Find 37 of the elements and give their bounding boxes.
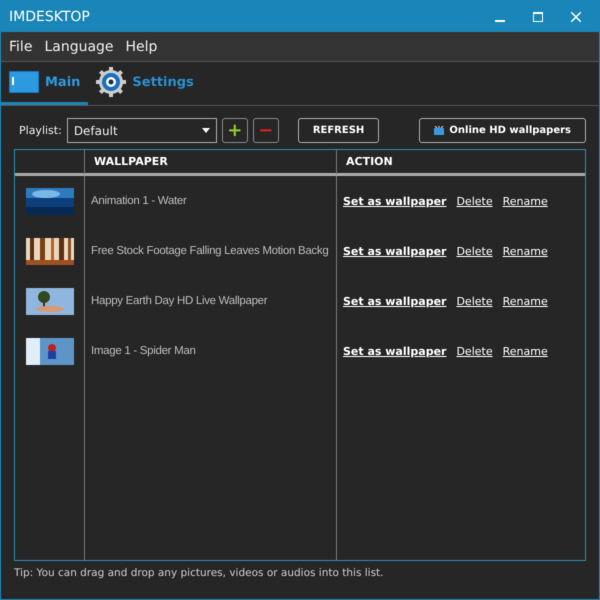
add-button[interactable]: + [222, 118, 248, 143]
tip-text: Tip: You can drag and drop any pictures, videos or audios into this list. [14, 567, 385, 579]
column-header: WALLPAPER [84, 150, 336, 176]
gear-icon [96, 67, 126, 97]
wallpaper-name: Free Stock Footage Falling Leaves Motion Backg [91, 245, 328, 257]
menu-item[interactable]: Help [122, 38, 162, 54]
tab[interactable]: Main [1, 62, 88, 105]
wallpaper-name: Animation 1 - Water [91, 195, 186, 207]
action-link[interactable]: Delete [456, 344, 493, 358]
wallpaper-name: Happy Earth Day HD Live Wallpaper [91, 295, 268, 307]
action-link[interactable]: Set as wallpaper [343, 194, 446, 208]
playlist-label: Playlist: [19, 124, 62, 137]
action-link[interactable]: Rename [502, 294, 548, 308]
action-link[interactable]: Rename [502, 194, 548, 208]
action-link[interactable]: Set as wallpaper [343, 244, 446, 258]
clapperboard-icon [434, 126, 444, 135]
action-link[interactable]: Delete [456, 294, 493, 308]
refresh-button[interactable]: REFRESH [298, 118, 380, 143]
window-title: IMDESKTOP [9, 8, 91, 24]
menu-item[interactable]: Language [40, 38, 118, 54]
minimize-icon [495, 20, 505, 22]
wallpaper-name: Image 1 - Spider Man [91, 345, 196, 357]
tab[interactable]: Settings [88, 62, 202, 105]
action-link[interactable]: Set as wallpaper [343, 294, 446, 308]
playlist-dropdown[interactable]: Default [66, 118, 217, 143]
action-link[interactable]: Rename [502, 244, 548, 258]
monitor-icon [9, 71, 39, 93]
online-wallpapers-button[interactable]: Online HD wallpapers [419, 118, 586, 143]
column-header: ACTION [336, 150, 585, 176]
close-icon [571, 12, 581, 22]
action-link[interactable]: Delete [456, 244, 493, 258]
menu-item[interactable]: File [5, 38, 36, 54]
action-link[interactable]: Rename [502, 344, 548, 358]
caret-icon [202, 128, 210, 133]
action-link[interactable]: Delete [456, 194, 493, 208]
action-link[interactable]: Set as wallpaper [343, 344, 446, 358]
maximize-icon [533, 12, 543, 22]
